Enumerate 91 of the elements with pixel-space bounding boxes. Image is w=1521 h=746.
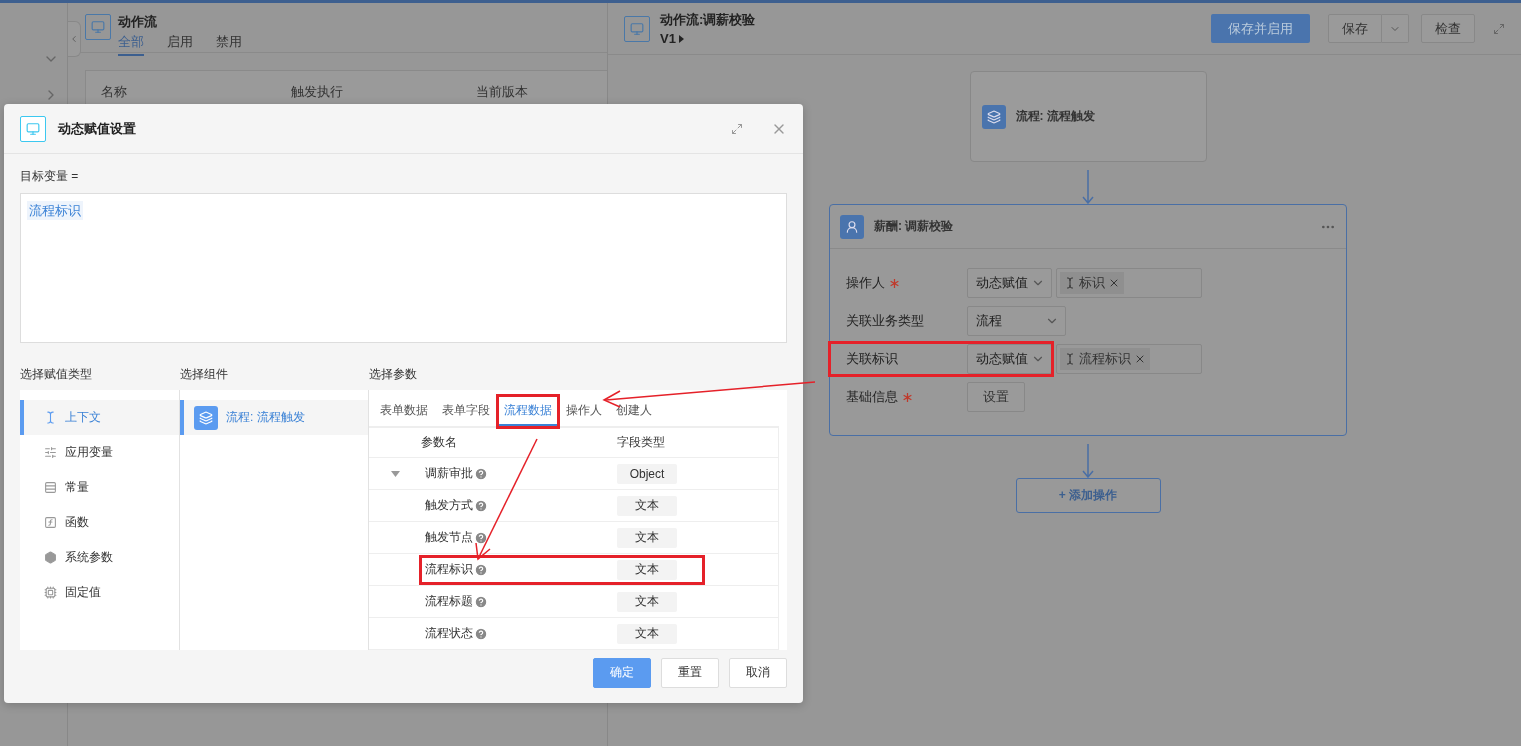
maximize-icon[interactable]: [731, 122, 743, 135]
filter-tab[interactable]: 启用: [167, 33, 193, 56]
function-icon: [44, 516, 57, 530]
text-cursor-icon: [1064, 353, 1076, 365]
help-icon: [474, 594, 488, 609]
trigger-node[interactable]: 流程: 流程触发: [969, 71, 1207, 162]
field-type: 文本: [617, 591, 677, 612]
param-name[interactable]: 流程标题: [425, 593, 617, 611]
field-label: 关联标识: [846, 350, 898, 368]
caret-down-icon[interactable]: [390, 470, 400, 477]
text-cursor-icon: [44, 411, 57, 425]
type-item[interactable]: 固定值: [20, 575, 179, 611]
rows-icon: [44, 481, 57, 495]
version-selector[interactable]: V1: [660, 31, 756, 46]
expression-field[interactable]: 流程标识: [20, 193, 787, 344]
field-type: Object: [617, 463, 677, 484]
layers-icon: [981, 104, 1006, 129]
type-item[interactable]: 系统参数: [20, 540, 179, 576]
param-tab[interactable]: 表单字段: [437, 397, 495, 427]
panel-title: 动作流: [118, 13, 158, 31]
type-item[interactable]: 常量: [20, 470, 179, 506]
help-icon: [474, 466, 488, 481]
node-title: 薪酬: 调薪校验: [874, 218, 955, 235]
param-name[interactable]: 流程标识: [425, 561, 617, 579]
expand-icon[interactable]: [1493, 22, 1505, 35]
column-header: 名称: [101, 83, 128, 101]
caret-right-icon: [678, 34, 684, 43]
flow-title: 动作流:调薪校验: [660, 11, 756, 29]
help-icon: [474, 562, 488, 577]
check-button[interactable]: 检查: [1421, 14, 1475, 43]
connector-arrow: [1082, 170, 1094, 204]
param-tab[interactable]: 创建人: [611, 397, 657, 427]
field-type: 文本: [617, 559, 677, 580]
target-label: 目标变量 =: [20, 168, 80, 186]
value-tag: 标识: [1060, 272, 1124, 294]
param-name[interactable]: 触发方式: [425, 497, 617, 515]
text-cursor-icon: [1064, 277, 1076, 289]
param-name[interactable]: 流程状态: [425, 625, 617, 643]
filter-tab[interactable]: 禁用: [216, 33, 242, 56]
field-label: 关联业务类型: [846, 312, 924, 330]
save-enable-button[interactable]: 保存并启用: [1211, 14, 1310, 43]
help-icon: [474, 498, 488, 513]
component-item[interactable]: 流程: 流程触发: [180, 400, 368, 436]
column-header: 参数名: [421, 434, 458, 452]
param-tab[interactable]: 流程数据: [499, 397, 557, 427]
collapse-handle[interactable]: [68, 21, 81, 57]
dialog-title: 动态赋值设置: [58, 119, 137, 138]
mode-select[interactable]: 流程: [967, 306, 1066, 336]
close-icon[interactable]: [1108, 277, 1120, 289]
column-header: 字段类型: [617, 434, 666, 452]
dialog-button[interactable]: 重置: [661, 657, 719, 688]
node-title: 流程: 流程触发: [1015, 108, 1095, 125]
field-type: 文本: [617, 495, 677, 516]
section-heading: 选择参数: [369, 366, 418, 384]
sliders-icon: [44, 446, 57, 460]
user-icon: [840, 214, 864, 239]
value-field[interactable]: 流程标识: [1056, 344, 1202, 374]
type-item[interactable]: 应用变量: [20, 435, 179, 471]
connector-arrow: [1082, 444, 1094, 478]
layers-icon: [194, 405, 218, 430]
close-icon[interactable]: [1134, 353, 1146, 365]
type-item[interactable]: 上下文: [20, 400, 179, 436]
field-label: 基础信息: [846, 388, 898, 406]
dialog-button[interactable]: 取消: [729, 657, 787, 688]
help-icon: [474, 530, 488, 545]
mode-select[interactable]: 动态赋值: [967, 268, 1052, 298]
app-icon: [624, 16, 650, 42]
app-icon: [85, 14, 111, 40]
column-header: 触发执行: [291, 83, 344, 101]
mode-select[interactable]: 动态赋值: [967, 344, 1052, 374]
field-type: 文本: [617, 527, 677, 548]
section-heading: 选择赋值类型: [20, 366, 93, 384]
hexagon-icon: [44, 551, 57, 565]
field-label: 操作人: [846, 274, 885, 292]
param-name[interactable]: 触发节点: [425, 529, 617, 547]
column-header: 当前版本: [476, 83, 529, 101]
help-icon: [474, 626, 488, 641]
save-button[interactable]: 保存: [1328, 14, 1382, 43]
type-item[interactable]: 函数: [20, 505, 179, 541]
value-field[interactable]: 标识: [1056, 268, 1202, 298]
action-node[interactable]: 薪酬: 调薪校验 操作人 动态赋值 标识 关联业务类型 流程 关联标识 动态赋值 流程标识 基础信息 设置: [829, 204, 1347, 436]
dialog-icon: [20, 116, 46, 143]
variable-tag: 流程标识: [27, 201, 83, 221]
value-tag: 流程标识: [1060, 348, 1150, 370]
set-button[interactable]: 设置: [967, 382, 1025, 412]
field-type: 文本: [617, 623, 677, 644]
param-name[interactable]: 调薪审批: [425, 465, 617, 483]
param-tab[interactable]: 操作人: [561, 397, 607, 427]
chip-icon: [44, 586, 57, 600]
param-tab[interactable]: 表单数据: [375, 397, 433, 427]
section-heading: 选择组件: [180, 366, 229, 384]
